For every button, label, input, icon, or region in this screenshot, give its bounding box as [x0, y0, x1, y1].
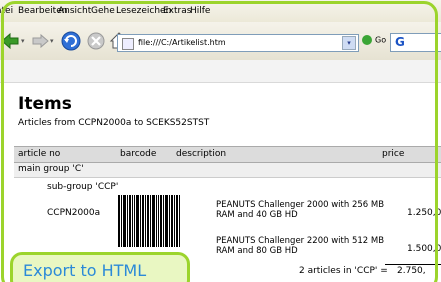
- go-button[interactable]: Go: [362, 35, 386, 45]
- summary-divider: [385, 264, 441, 265]
- menu-tools[interactable]: Extras: [163, 6, 191, 16]
- table-row-description: PEANUTS Challenger 2200 with 512 MB RAM …: [216, 236, 385, 256]
- menu-view[interactable]: Ansicht: [58, 6, 91, 16]
- subgroup-label: sub-group 'CCP': [47, 182, 119, 192]
- search-input[interactable]: G: [390, 33, 441, 52]
- menu-file[interactable]: atei: [0, 6, 13, 16]
- forward-icon[interactable]: [30, 32, 50, 50]
- menu-help[interactable]: Hilfe: [190, 6, 210, 16]
- browser-window: atei Bearbeiten Ansicht Gehe Lesezeichen…: [0, 0, 441, 282]
- main-group-label: main group 'C': [18, 164, 84, 174]
- table-row-price: 1.250,0: [407, 208, 441, 218]
- column-price: price: [382, 149, 405, 159]
- address-bar[interactable]: file:///C:/Artikelist.htm ▾: [117, 34, 359, 52]
- back-dropdown-icon[interactable]: ▾: [21, 37, 25, 45]
- export-to-html-button[interactable]: Export to HTML: [10, 252, 190, 282]
- barcode-image: [118, 195, 180, 247]
- go-icon: [362, 35, 372, 45]
- menu-go[interactable]: Gehe: [91, 6, 115, 16]
- address-dropdown-icon[interactable]: ▾: [342, 36, 356, 50]
- page-title: Items: [18, 94, 72, 114]
- forward-dropdown-icon[interactable]: ▾: [50, 37, 54, 45]
- column-article-no: article no: [18, 149, 61, 159]
- column-barcode: barcode: [120, 149, 157, 159]
- search-icon: G: [395, 35, 405, 49]
- menu-bar: atei Bearbeiten Ansicht Gehe Lesezeichen…: [0, 0, 441, 22]
- column-description: description: [176, 149, 227, 159]
- main-group-row: main group 'C': [14, 163, 441, 178]
- table-row-description: PEANUTS Challenger 2000 with 256 MB RAM …: [216, 200, 385, 220]
- table-header: article no barcode description price: [14, 146, 441, 163]
- address-url: file:///C:/Artikelist.htm: [138, 38, 226, 47]
- go-label: Go: [375, 35, 387, 45]
- page-subtitle: Articles from CCPN2000a to SCEKS52STST: [18, 118, 210, 128]
- summary-value: 2.750,: [397, 266, 426, 276]
- status-band: [0, 60, 441, 83]
- back-icon[interactable]: [0, 31, 22, 51]
- export-label: Export to HTML: [23, 261, 147, 280]
- stop-icon[interactable]: [86, 31, 106, 51]
- page-icon: [122, 38, 134, 50]
- summary-label: 2 articles in 'CCP' =: [299, 266, 388, 276]
- reload-icon[interactable]: [60, 30, 82, 52]
- table-row-price: 1.500,0: [407, 244, 441, 254]
- table-row-article: CCPN2000a: [47, 208, 101, 218]
